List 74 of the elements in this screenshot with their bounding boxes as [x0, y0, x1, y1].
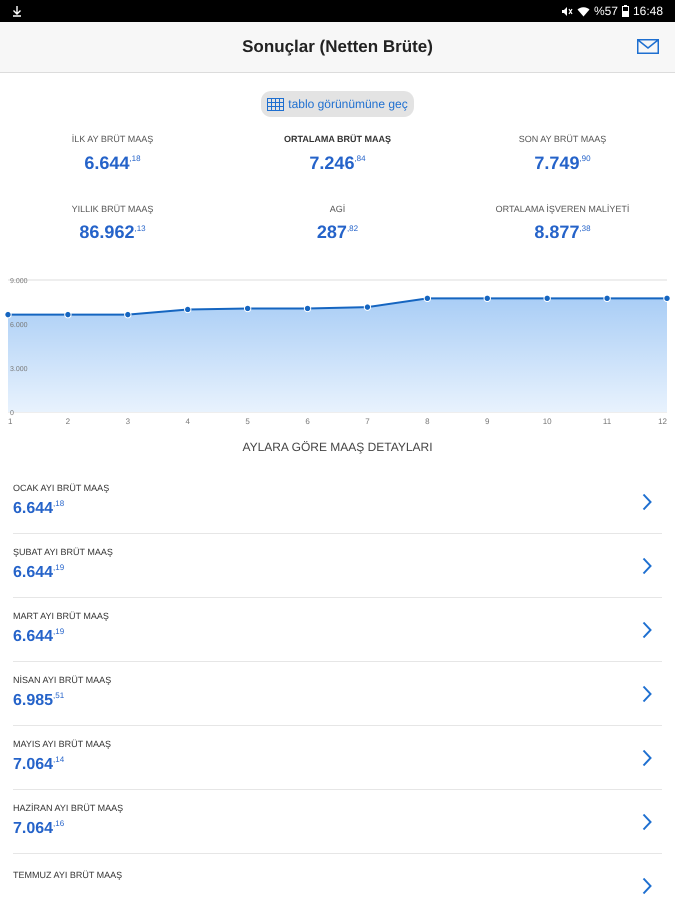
- month-row[interactable]: NİSAN AYI BRÜT MAAŞ 6.985$^{,51}$: [13, 662, 662, 726]
- month-value: 6.644$^{,19}$: [13, 562, 66, 584]
- battery-icon: [622, 5, 629, 17]
- month-label: TEMMUZ AYI BRÜT MAAŞ: [13, 869, 122, 882]
- point: [424, 294, 432, 302]
- month-label: OCAK AYI BRÜT MAAŞ: [13, 482, 110, 495]
- month-label: ŞUBAT AYI BRÜT MAAŞ: [13, 546, 113, 559]
- x-tick-label: 12: [658, 417, 667, 426]
- point: [663, 294, 671, 302]
- x-tick-label: 11: [602, 417, 612, 426]
- month-value: 7.064$^{,14}$: [13, 754, 66, 776]
- stat-label: SON AY BRÜT MAAŞ: [518, 133, 606, 146]
- point: [484, 294, 491, 302]
- stat-label: İLK AY BRÜT MAAŞ: [72, 133, 154, 146]
- x-tick-label: 3: [126, 417, 130, 426]
- point: [244, 304, 252, 312]
- stat-label: YILLIK BRÜT MAAŞ: [72, 202, 154, 216]
- point: [4, 310, 12, 318]
- month-value: 6.644$^{,18}$: [13, 498, 66, 520]
- month-row[interactable]: MAYIS AYI BRÜT MAAŞ 7.064$^{,14}$: [13, 726, 662, 790]
- stat-label: ORTALAMA BRÜT MAAŞ: [284, 133, 391, 146]
- table-view-button[interactable]: tablo görünümüne geç: [261, 91, 414, 117]
- chevron-right-icon: [642, 684, 652, 702]
- month-label: NİSAN AYI BRÜT MAAŞ: [13, 674, 112, 687]
- point: [543, 294, 551, 302]
- clock: 16:48: [632, 3, 663, 20]
- x-tick-label: 2: [66, 417, 70, 426]
- mail-icon[interactable]: [637, 39, 659, 54]
- point: [184, 306, 192, 314]
- month-value: 6.985$^{,51}$: [13, 690, 66, 712]
- x-tick-label: 6: [305, 417, 310, 426]
- chevron-right-icon: [642, 812, 652, 830]
- stat-label: AGİ: [330, 202, 346, 216]
- download-icon: [12, 5, 22, 17]
- stat-value: 86.962$^{,13}$: [79, 221, 146, 244]
- point: [124, 310, 132, 318]
- chevron-right-icon: [642, 492, 652, 510]
- x-tick-label: 5: [245, 417, 250, 426]
- x-tick-label: 9: [485, 417, 490, 426]
- mute-icon: [560, 6, 573, 16]
- chevron-right-icon: [642, 556, 652, 574]
- point: [64, 310, 72, 318]
- stat-value: 6.644$^{,18}$: [84, 152, 141, 174]
- month-label: HAZİRAN AYI BRÜT MAAŞ: [13, 802, 124, 815]
- stat-value: 7.749$^{,90}$: [534, 152, 591, 174]
- month-row[interactable]: TEMMUZ AYI BRÜT MAAŞ: [13, 854, 662, 900]
- month-row[interactable]: ŞUBAT AYI BRÜT MAAŞ 6.644$^{,19}$: [13, 534, 662, 598]
- point: [603, 294, 611, 302]
- stat-value: 8.877$^{,38}$: [534, 221, 591, 244]
- stat-value: 287$^{,82}$: [316, 221, 358, 244]
- x-tick-label: 7: [365, 417, 370, 426]
- x-tick-label: 1: [8, 417, 12, 426]
- month-label: MART AYI BRÜT MAAŞ: [13, 610, 109, 623]
- grid-icon: [267, 98, 284, 110]
- wifi-icon: [576, 6, 590, 16]
- chevron-right-icon: [642, 748, 652, 766]
- month-value: 7.064$^{,16}$: [13, 818, 66, 840]
- stat-label: ORTALAMA İŞVEREN MALİYETİ: [496, 202, 630, 216]
- month-row[interactable]: HAZİRAN AYI BRÜT MAAŞ 7.064$^{,16}$: [13, 790, 662, 854]
- x-tick-label: 4: [186, 417, 190, 426]
- x-tick-label: 8: [425, 417, 430, 426]
- chevron-right-icon: [642, 620, 652, 638]
- chevron-right-icon: [642, 877, 652, 895]
- month-value: 6.644$^{,19}$: [13, 626, 66, 648]
- x-tick-label: 10: [542, 417, 552, 426]
- section-title: AYLARA GÖRE MAAŞ DETAYLARI: [242, 439, 433, 456]
- point: [364, 303, 372, 311]
- month-label: MAYIS AYI BRÜT MAAŞ: [13, 738, 112, 751]
- month-row[interactable]: OCAK AYI BRÜT MAAŞ 6.644$^{,18}$: [13, 470, 662, 534]
- screen-title: Sonuçlar (Netten Brüte): [242, 36, 433, 58]
- battery-percent: %57: [594, 3, 618, 20]
- month-row[interactable]: MART AYI BRÜT MAAŞ 6.644$^{,19}$: [13, 598, 662, 662]
- stat-value: 7.246$^{,84}$: [309, 152, 366, 174]
- point: [304, 304, 312, 312]
